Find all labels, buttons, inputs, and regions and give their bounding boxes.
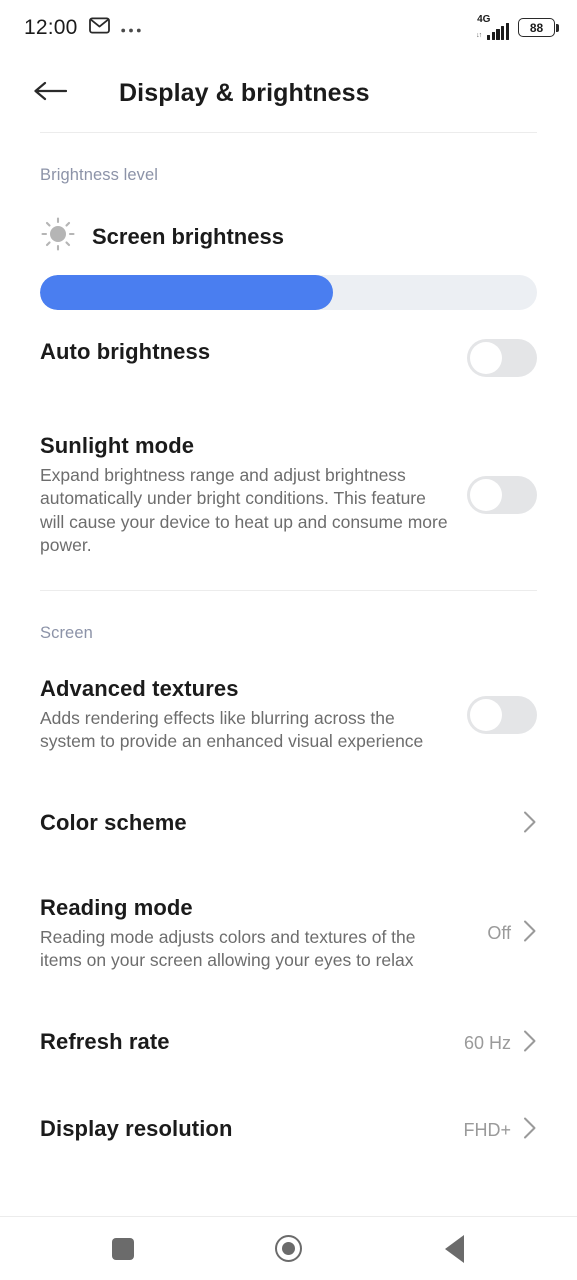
back-button[interactable] — [24, 68, 76, 120]
back-arrow-icon — [33, 79, 68, 108]
chevron-right-icon — [523, 1116, 537, 1145]
status-clock: 12:00 — [24, 15, 78, 39]
toggle-sunlight-mode[interactable] — [467, 476, 537, 515]
row-color-scheme-right — [511, 810, 537, 839]
toggle-advanced-textures[interactable] — [467, 695, 537, 734]
toggle-auto-brightness[interactable] — [467, 339, 537, 377]
row-reading-mode-text: Reading mode Reading mode adjusts colors… — [40, 895, 473, 973]
row-reading-mode-title: Reading mode — [40, 894, 193, 920]
row-display-resolution-right: FHD+ — [463, 1116, 537, 1145]
app-bar: Display & brightness — [0, 55, 577, 132]
battery-level-text: 88 — [529, 20, 544, 35]
row-display-resolution-title: Display resolution — [40, 1115, 233, 1141]
toggle-knob — [470, 479, 502, 512]
row-color-scheme[interactable]: Color scheme — [40, 781, 537, 868]
row-refresh-rate[interactable]: Refresh rate 60 Hz — [40, 1000, 537, 1087]
gmail-icon — [88, 16, 110, 39]
brightness-slider[interactable] — [40, 275, 537, 310]
row-display-resolution[interactable]: Display resolution FHD+ — [40, 1087, 537, 1174]
recents-square-icon — [111, 1237, 134, 1260]
row-advanced-textures-text: Advanced textures Adds rendering effects… — [40, 676, 453, 754]
row-color-scheme-text: Color scheme — [40, 810, 497, 836]
recents-button[interactable] — [87, 1219, 159, 1279]
more-notifications-dots-icon — [120, 20, 141, 38]
row-color-scheme-title: Color scheme — [40, 809, 187, 835]
row-sunlight-mode-description: Expand brightness range and adjust brigh… — [40, 465, 448, 556]
chevron-right-icon — [523, 810, 537, 839]
row-display-resolution-text: Display resolution — [40, 1116, 449, 1142]
sun-icon — [40, 216, 76, 257]
row-refresh-rate-text: Refresh rate — [40, 1029, 450, 1055]
back-nav-button[interactable] — [418, 1219, 490, 1279]
home-button[interactable] — [252, 1219, 324, 1279]
status-bar-left: 12:00 — [24, 16, 141, 40]
status-bar-right: 4G ↓↑ 88 — [476, 13, 559, 40]
row-auto-brightness-title: Auto brightness — [40, 339, 211, 364]
row-auto-brightness-text: Auto brightness — [40, 339, 453, 365]
navigation-bar — [0, 1216, 577, 1280]
toggle-knob — [470, 698, 502, 731]
row-sunlight-mode-text: Sunlight mode Expand brightness range an… — [40, 433, 453, 558]
section-header-brightness-level: Brightness level — [40, 166, 159, 184]
row-reading-mode-description: Reading mode adjusts colors and textures… — [40, 926, 416, 971]
screen-brightness-label: Screen brightness — [92, 223, 284, 249]
row-display-resolution-value: FHD+ — [463, 1119, 511, 1140]
data-transfer-arrows-icon: ↓↑ — [476, 31, 482, 39]
row-reading-mode-right: Off — [487, 919, 537, 948]
screen-brightness-header: Screen brightness — [40, 191, 537, 257]
status-bar: 12:00 4G ↓↑ 88 — [0, 0, 577, 55]
toggle-knob — [470, 342, 502, 374]
row-reading-mode-value: Off — [487, 923, 511, 944]
section-header-screen: Screen — [40, 623, 93, 642]
signal-bars-icon — [487, 22, 509, 40]
signal-strength-icon: 4G ↓↑ — [476, 13, 509, 40]
settings-list: Brightness level Screen brightness Auto … — [0, 133, 577, 1216]
row-refresh-rate-right: 60 Hz — [464, 1029, 537, 1058]
page-title: Display & brightness — [119, 79, 370, 107]
home-circle-icon — [274, 1235, 302, 1262]
back-triangle-icon — [444, 1234, 464, 1263]
phone-screen: 12:00 4G ↓↑ 88 Display & brightness Brig… — [0, 0, 577, 1280]
battery-icon: 88 — [518, 18, 559, 37]
chevron-right-icon — [523, 1029, 537, 1058]
row-sunlight-mode[interactable]: Sunlight mode Expand brightness range an… — [40, 406, 537, 585]
row-advanced-textures-description: Adds rendering effects like blurring acr… — [40, 707, 424, 752]
row-refresh-rate-value: 60 Hz — [463, 1032, 511, 1053]
row-advanced-textures-title: Advanced textures — [40, 675, 239, 701]
brightness-slider-fill — [40, 275, 334, 310]
row-advanced-textures[interactable]: Advanced textures Adds rendering effects… — [40, 649, 537, 781]
network-type-label: 4G — [477, 13, 491, 25]
row-sunlight-mode-title: Sunlight mode — [40, 433, 195, 458]
row-refresh-rate-title: Refresh rate — [40, 1028, 170, 1054]
row-reading-mode[interactable]: Reading mode Reading mode adjusts colors… — [40, 868, 537, 1000]
row-auto-brightness[interactable]: Auto brightness — [40, 310, 537, 406]
chevron-right-icon — [523, 919, 537, 948]
